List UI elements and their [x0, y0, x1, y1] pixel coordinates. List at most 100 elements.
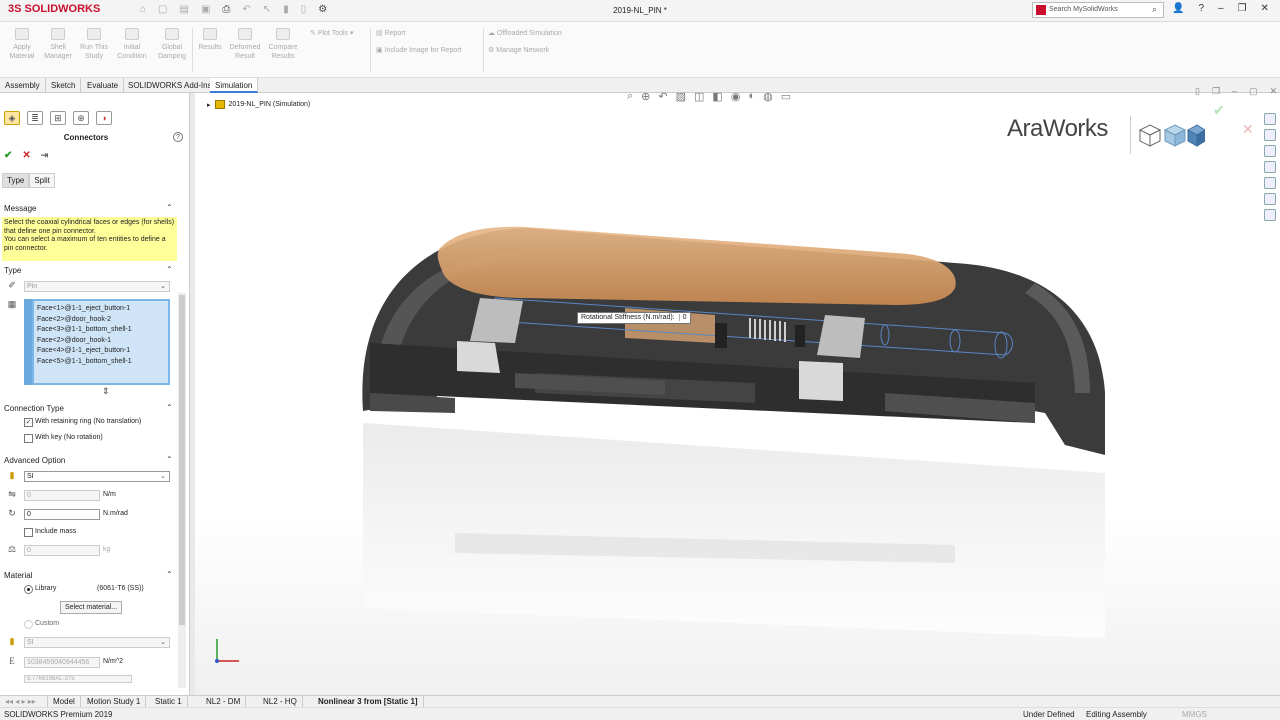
graphics-area[interactable]: ▸ 2019-NL_PIN (Simulation) ⌕ ⊕ ↶ ▨ ◫ ◧ ◉… — [195, 86, 1280, 695]
axial-stiffness-input[interactable]: 0 — [24, 490, 100, 501]
dimxpert-icon[interactable]: ⊕ — [73, 111, 89, 125]
collapse-material-icon[interactable]: ⌃ — [166, 570, 173, 579]
resize-cursor-icon: ⇕ — [102, 386, 110, 396]
apply-material-button[interactable]: Apply Material — [4, 28, 40, 61]
panel-title: Connectors — [63, 133, 109, 142]
custom-units-select[interactable]: SI ⌄ — [24, 637, 170, 648]
custom-radio[interactable] — [24, 620, 33, 629]
custom-properties-icon[interactable] — [1264, 193, 1276, 205]
message-box: Select the coaxial cylindrical faces or … — [2, 217, 177, 261]
feature-tree-icon[interactable]: ◈ — [4, 111, 20, 125]
help-icon[interactable]: ? — [1198, 3, 1204, 14]
help-icon[interactable]: ? — [173, 132, 183, 142]
close-icon[interactable]: ✕ — [1261, 3, 1269, 14]
rotational-stiffness-input[interactable]: 0 — [24, 509, 100, 520]
list-item[interactable]: Face<3>@1-1_bottom_shell-1 — [37, 325, 165, 336]
status-bar: SOLIDWORKS Premium 2019 Under Defined Ed… — [0, 707, 1280, 720]
tab-simulation[interactable]: Simulation — [210, 78, 259, 93]
collapse-connection-icon[interactable]: ⌃ — [166, 403, 173, 412]
tab-assembly[interactable]: Assembly — [0, 78, 46, 93]
callout-value[interactable]: 0 — [678, 314, 687, 321]
select-material-button[interactable]: Select material... — [60, 601, 123, 614]
study-tabs: ◂◂ ◂ ▸ ▸▸ Model Motion Study 1 Static 1 … — [0, 695, 1280, 708]
mass-input[interactable]: 0 — [24, 545, 100, 556]
magnifier-icon[interactable]: ⌕ — [1152, 4, 1157, 15]
axial-unit: N/m — [103, 491, 116, 498]
shell-manager-button[interactable]: Shell Manager — [40, 28, 76, 61]
chevron-down-icon: ⌄ — [160, 639, 166, 646]
compare-results-button[interactable]: Compare Results — [265, 28, 301, 61]
initial-condition-button[interactable]: Initial Condition — [114, 28, 150, 61]
tab-sketch[interactable]: Sketch — [46, 78, 82, 93]
offloaded-simulation-button[interactable]: ☁ Offloaded Simulation — [488, 29, 562, 37]
selection-indicator — [24, 299, 32, 385]
config-manager-icon[interactable]: ⊞ — [50, 111, 66, 125]
plot-tools-button[interactable]: ✎ Plot Tools ▾ — [310, 29, 354, 37]
property-manager-icon[interactable]: ≣ — [27, 111, 43, 125]
include-image-button[interactable]: ▣ Include Image for Report — [376, 46, 462, 54]
collapse-advanced-icon[interactable]: ⌃ — [166, 455, 173, 464]
with-key-checkbox[interactable] — [24, 434, 33, 443]
reference-triad-icon — [215, 639, 239, 663]
custom-label: Custom — [35, 620, 60, 627]
forum-icon[interactable] — [1264, 209, 1276, 221]
display-manager-icon[interactable]: ◑ — [96, 111, 112, 125]
report-button[interactable]: ▤ Report — [376, 29, 406, 37]
list-item[interactable]: Face<4>@1-1_eject_button-1 — [37, 346, 165, 357]
ok-check-icon[interactable]: ✔ — [4, 150, 12, 161]
collapse-message-icon[interactable]: ⌃ — [166, 203, 173, 212]
pin-type-icon: ✐ — [8, 280, 16, 290]
search-field[interactable]: Search MySolidWorks ⌕ — [1032, 2, 1164, 18]
elastic-modulus-unit: N/m^2 — [103, 658, 124, 665]
resources-icon[interactable] — [1264, 113, 1276, 125]
units-status[interactable]: MMGS — [1182, 710, 1207, 719]
collapse-type-icon[interactable]: ⌃ — [166, 265, 173, 274]
minimize-icon[interactable]: – — [1218, 3, 1224, 14]
units-icon: ▮ — [9, 470, 15, 480]
retaining-ring-checkbox[interactable]: ✓ — [24, 418, 33, 427]
poisson-input[interactable]: 5.7766196AL-275 — [24, 675, 132, 683]
elastic-modulus-input[interactable]: 1038459040944456 — [24, 657, 100, 668]
global-damping-button[interactable]: Global Damping — [154, 28, 190, 61]
include-mass-label: Include mass — [35, 528, 77, 535]
connector-subtabs: Type Split — [2, 173, 55, 188]
manage-network-button[interactable]: ⚙ Manage Network — [488, 46, 549, 54]
run-study-button[interactable]: Run This Study — [76, 28, 112, 61]
list-item[interactable]: Face<2>@door_hook-1 — [37, 336, 165, 347]
manager-tabs: ◈ ≣ ⊞ ⊕ ◑ — [4, 111, 112, 125]
units-select[interactable]: SI ⌄ — [24, 471, 170, 482]
deformed-result-button[interactable]: Deformed Result — [227, 28, 263, 61]
callout-label: Rotational Stiffness (N.m/rad): — [581, 314, 675, 321]
face-selection-list[interactable]: Face<1>@1-1_eject_button-1 Face<2>@door_… — [32, 299, 170, 385]
tab-type[interactable]: Type — [2, 173, 30, 188]
restore-icon[interactable]: ❐ — [1238, 3, 1247, 14]
list-item[interactable]: Face<1>@1-1_eject_button-1 — [37, 304, 165, 315]
stiffness-callout[interactable]: Rotational Stiffness (N.m/rad): 0 — [577, 312, 691, 324]
list-item[interactable]: Face<2>@door_hook-2 — [37, 315, 165, 326]
command-manager: Apply Material Shell Manager Run This St… — [0, 22, 1280, 78]
file-explorer-icon[interactable] — [1264, 145, 1276, 157]
title-controls: 👤 ? – ❐ ✕ — [1172, 3, 1269, 14]
cad-model-view[interactable] — [195, 93, 1260, 693]
results-button[interactable]: Results — [192, 28, 228, 52]
damping-icon — [165, 28, 179, 40]
include-mass-checkbox[interactable] — [24, 528, 33, 537]
with-key-label: With key (No rotation) — [35, 434, 103, 441]
close-view-icon[interactable]: ✕ — [1270, 86, 1278, 97]
design-library-icon[interactable] — [1264, 129, 1276, 141]
tab-addins[interactable]: SOLIDWORKS Add-Ins — [123, 78, 218, 93]
scroll-thumb[interactable] — [179, 295, 185, 625]
tab-evaluate[interactable]: Evaluate — [82, 78, 125, 93]
cancel-x-icon[interactable]: ✕ — [22, 150, 30, 161]
pushpin-icon[interactable]: ⇥ — [41, 150, 49, 161]
user-icon[interactable]: 👤 — [1172, 3, 1184, 14]
appearances-icon[interactable] — [1264, 177, 1276, 189]
solidworks-search-icon — [1036, 5, 1046, 15]
tab-split[interactable]: Split — [29, 173, 55, 188]
type-select[interactable]: Pin ⌄ — [24, 281, 170, 292]
view-palette-icon[interactable] — [1264, 161, 1276, 173]
library-radio[interactable] — [24, 585, 33, 594]
panel-scrollbar[interactable] — [178, 293, 186, 688]
list-item[interactable]: Face<5>@1-1_bottom_shell-1 — [37, 357, 165, 368]
axial-stiffness-icon: ⇋ — [8, 489, 16, 499]
